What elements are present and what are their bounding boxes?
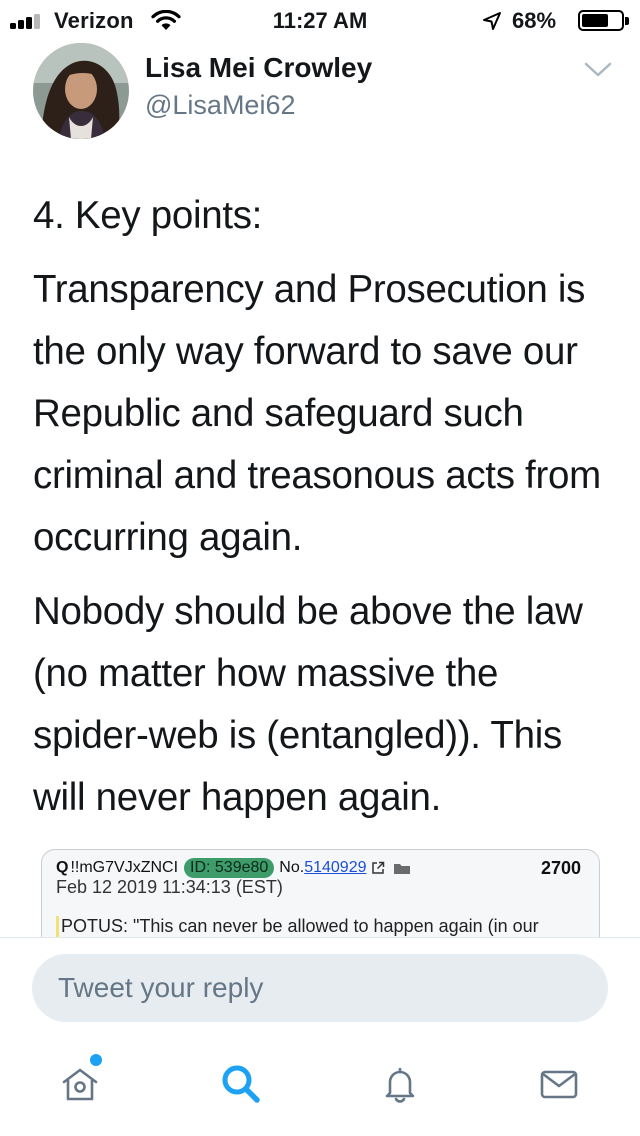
- card-post-count: 2700: [540, 858, 581, 878]
- home-icon: [62, 1068, 98, 1101]
- tab-search[interactable]: [213, 1056, 269, 1112]
- tweet-text: 4. Key points: Transparency and Prosecut…: [33, 185, 623, 829]
- display-name[interactable]: Lisa Mei Crowley: [145, 52, 372, 84]
- tab-messages[interactable]: [531, 1056, 587, 1112]
- tab-notifications[interactable]: [372, 1056, 428, 1112]
- tweet-paragraph: Nobody should be above the law (no matte…: [33, 590, 583, 819]
- card-date: Feb 12 2019 11:34:13 (EST): [56, 877, 283, 897]
- card-id-badge: ID: 539e80: [184, 858, 275, 878]
- folder-icon[interactable]: [393, 862, 411, 875]
- status-bar: Verizon 11:27 AM 68%: [0, 0, 640, 40]
- tweet-paragraph: 4. Key points:: [33, 194, 263, 237]
- mail-icon: [540, 1070, 578, 1099]
- bottom-tab-bar: [0, 1040, 640, 1136]
- avatar[interactable]: [33, 43, 129, 139]
- external-link-icon[interactable]: [371, 861, 385, 875]
- card-poster-name: Q: [56, 859, 69, 876]
- card-tripcode: !!mG7VJxZNCI: [70, 859, 179, 876]
- new-content-dot: [90, 1054, 102, 1066]
- battery-icon: [578, 10, 629, 31]
- card-post-link[interactable]: 5140929: [304, 859, 366, 877]
- reply-input[interactable]: Tweet your reply: [32, 954, 608, 1022]
- card-header: Q !!mG7VJxZNCI ID: 539e80 No. 5140929: [56, 858, 411, 878]
- tweet-paragraph: Transparency and Prosecution is the only…: [33, 268, 601, 559]
- reply-placeholder: Tweet your reply: [58, 972, 264, 1003]
- reply-bar: Tweet your reply: [0, 937, 640, 1022]
- search-icon: [222, 1065, 260, 1103]
- bell-icon: [385, 1067, 415, 1103]
- battery-percent: 68%: [512, 8, 557, 33]
- card-post-no-label: No.: [279, 859, 305, 876]
- location-arrow-icon: [483, 12, 501, 30]
- user-handle[interactable]: @LisaMei62: [145, 90, 295, 121]
- chevron-down-icon[interactable]: [583, 60, 613, 80]
